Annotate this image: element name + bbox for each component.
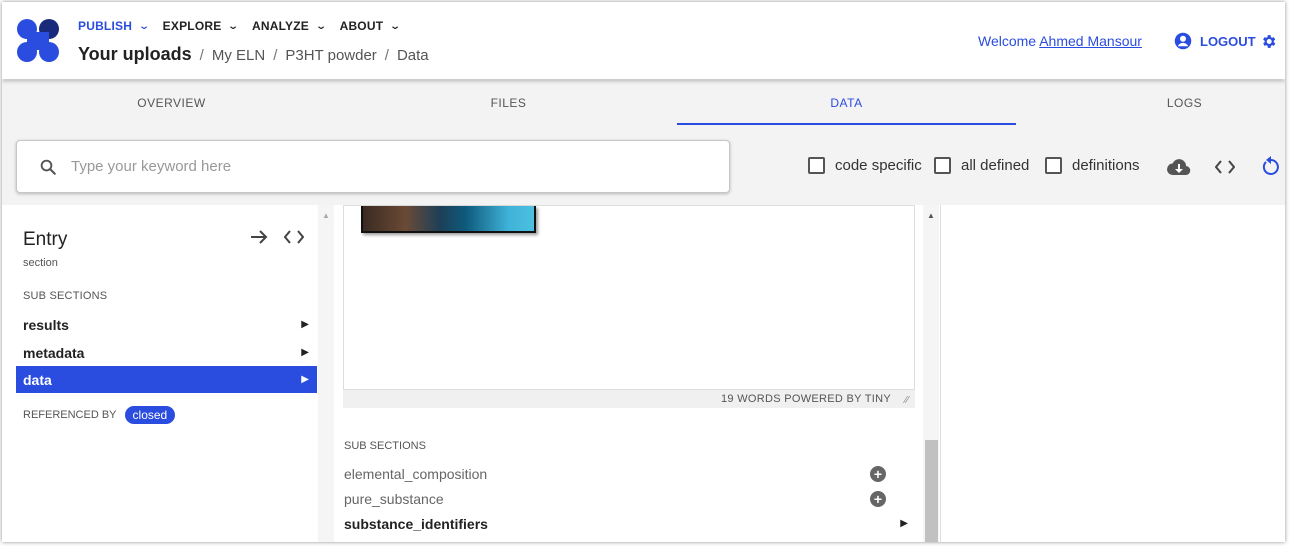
chevron-down-icon: ⌄ [315,20,328,32]
main-menu: PUBLISH ⌄ EXPLORE ⌄ ANALYZE ⌄ ABOUT ⌄ [78,19,402,33]
tab-active-indicator [677,123,1016,125]
subsection-label: metadata [23,344,85,361]
tab-overview[interactable]: OVERVIEW [2,80,341,126]
subsection-label: results [23,316,69,333]
checkbox-label: all defined [961,157,1030,174]
menu-publish[interactable]: PUBLISH ⌄ [78,19,151,33]
subsection-item-pure-substance[interactable]: pure_substance + [344,486,914,511]
referenced-by-label: REFERENCED BY [23,409,117,421]
data-toolbar: code specific all defined definitions [2,126,1285,205]
nomad-logo[interactable] [16,18,60,64]
add-circle-icon[interactable]: + [870,490,886,507]
editor-statusbar: 19 WORDS POWERED BY TINY ⁄⁄ [343,389,915,408]
subsection-label: substance_identifiers [344,515,488,532]
checkbox-box[interactable] [1045,157,1062,174]
tab-logs[interactable]: LOGS [1015,80,1285,126]
breadcrumb-separator: / [199,47,204,64]
menu-analyze-label: ANALYZE [252,19,309,33]
gear-icon[interactable] [1260,33,1277,50]
logout-label: LOGOUT [1200,33,1256,49]
resize-handle-icon[interactable]: ⁄⁄ [905,395,909,406]
checkbox-box[interactable] [808,157,825,174]
subsection-item-elemental-composition[interactable]: elemental_composition + [344,461,914,486]
subsection-item-metadata[interactable]: metadata ▶ [16,339,317,366]
search-icon [40,159,56,175]
checkbox-all-defined[interactable]: all defined [934,157,1029,174]
chevron-down-icon: ⌄ [138,20,151,32]
scrollbar-thumb[interactable] [925,440,938,542]
sub-sections-heading: SUB SECTIONS [344,440,426,452]
chevron-down-icon: ⌄ [227,20,240,32]
breadcrumb-separator: / [273,47,278,64]
menu-about[interactable]: ABOUT ⌄ [339,19,402,33]
subsection-item-substance-identifiers[interactable]: substance_identifiers ▶ [344,511,914,536]
checkbox-definitions[interactable]: definitions [1045,157,1140,174]
app-bar: PUBLISH ⌄ EXPLORE ⌄ ANALYZE ⌄ ABOUT ⌄ Yo… [2,2,1285,79]
entry-tabs: OVERVIEW FILES DATA LOGS [2,80,1285,126]
subsection-label: pure_substance [344,490,444,507]
caret-right-icon: ▶ [900,518,908,529]
status-chip[interactable]: closed [124,406,176,424]
editor-word-count: 19 WORDS POWERED BY TINY [721,393,891,405]
referenced-by: REFERENCED BY closed [23,406,176,424]
subsection-label: elemental_composition [344,465,488,482]
search-input[interactable] [71,158,671,175]
logout-button[interactable]: LOGOUT [1174,32,1256,50]
section-subtitle: section [23,257,58,269]
data-section-pane: 19 WORDS POWERED BY TINY ⁄⁄ SUB SECTIONS… [335,205,922,542]
menu-publish-label: PUBLISH [78,19,133,33]
cloud-download-icon[interactable] [1167,157,1191,177]
scroll-up-icon[interactable]: ▲ [927,211,935,220]
menu-about-label: ABOUT [339,19,384,33]
checkbox-label: definitions [1072,157,1140,174]
breadcrumb-my-eln[interactable]: My ELN [212,47,265,64]
section-title: Entry [23,229,68,250]
code-icon[interactable] [284,229,304,245]
entry-section-pane: Entry section SUB SECTIONS results ▶ met… [16,205,317,542]
checkbox-label: code specific [835,157,922,174]
chevron-down-icon: ⌄ [389,20,402,32]
arrow-right-icon[interactable] [249,228,269,246]
tab-data[interactable]: DATA [677,80,1016,126]
account-circle-icon [1174,32,1192,50]
subsection-item-data[interactable]: data ▶ [16,366,317,393]
code-icon[interactable] [1215,159,1235,175]
app-window: PUBLISH ⌄ EXPLORE ⌄ ANALYZE ⌄ ABOUT ⌄ Yo… [2,2,1285,542]
detail-pane [940,205,1285,542]
middle-pane-scrollbar[interactable]: ▲ [923,205,939,542]
subsection-item-results[interactable]: results ▶ [16,311,317,338]
left-pane-scrollbar[interactable]: ▲ [318,205,334,542]
menu-analyze[interactable]: ANALYZE ⌄ [252,19,328,33]
subsection-label: data [23,371,52,388]
embedded-image[interactable] [361,206,536,233]
caret-right-icon: ▶ [301,319,309,330]
welcome-text: Welcome Ahmed Mansour [978,33,1142,49]
sub-sections-heading: SUB SECTIONS [23,290,108,302]
checkbox-box[interactable] [934,157,951,174]
menu-explore-label: EXPLORE [162,19,222,33]
breadcrumb-uploads[interactable]: Your uploads [78,44,192,65]
breadcrumb-data: Data [396,47,429,64]
reload-icon[interactable] [1262,156,1280,176]
breadcrumb-separator: / [384,47,389,64]
welcome-prefix: Welcome [978,33,1037,49]
checkbox-code-specific[interactable]: code specific [808,157,922,174]
breadcrumb: Your uploads / My ELN / P3HT powder / Da… [78,44,429,65]
caret-right-icon: ▶ [301,347,309,358]
rich-text-editor[interactable] [343,205,915,405]
scroll-up-icon[interactable]: ▲ [322,211,330,220]
menu-explore[interactable]: EXPLORE ⌄ [162,19,240,33]
caret-right-icon: ▶ [301,374,309,385]
tab-files[interactable]: FILES [339,80,678,126]
search-box [16,140,730,193]
add-circle-icon[interactable]: + [870,465,886,482]
breadcrumb-entry[interactable]: P3HT powder [285,47,376,64]
user-name-link[interactable]: Ahmed Mansour [1039,33,1142,49]
